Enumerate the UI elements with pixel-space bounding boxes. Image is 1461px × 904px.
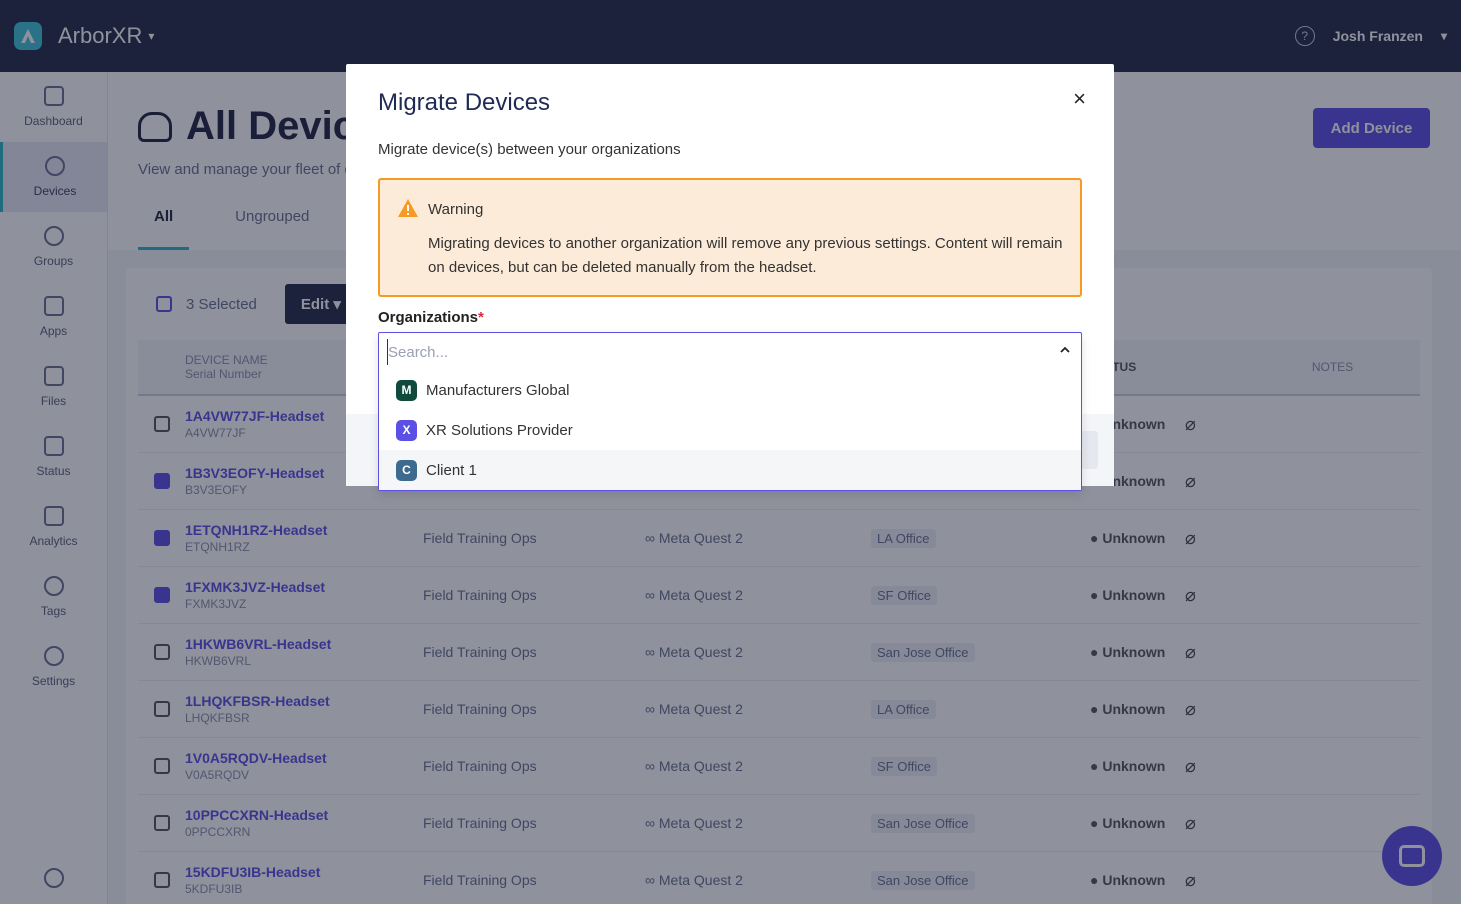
warning-icon [398,199,418,217]
option-label: Manufacturers Global [426,381,570,399]
option-label: Client 1 [426,461,477,479]
warning-title: Warning [428,201,484,218]
organization-search-input[interactable] [387,339,987,365]
org-avatar: M [396,379,417,401]
modal-title: Migrate Devices [378,89,551,116]
modal-description: Migrate device(s) between your organizat… [378,141,681,158]
required-marker: * [478,309,484,326]
warning-alert: Warning Migrating devices to another org… [378,178,1082,297]
option-manufacturers-global[interactable]: M Manufacturers Global [379,370,1081,410]
option-client-1[interactable]: C Client 1 [379,450,1081,490]
chevron-up-icon[interactable] [1058,343,1072,357]
organizations-select[interactable]: M Manufacturers Global X XR Solutions Pr… [378,332,1082,491]
organizations-label: Organizations* [378,309,484,326]
option-label: XR Solutions Provider [426,421,573,439]
close-icon[interactable]: × [1073,86,1086,112]
org-avatar: X [396,419,417,441]
warning-text: Migrating devices to another organizatio… [428,235,1063,276]
org-avatar: C [396,459,417,481]
option-xr-solutions-provider[interactable]: X XR Solutions Provider [379,410,1081,450]
